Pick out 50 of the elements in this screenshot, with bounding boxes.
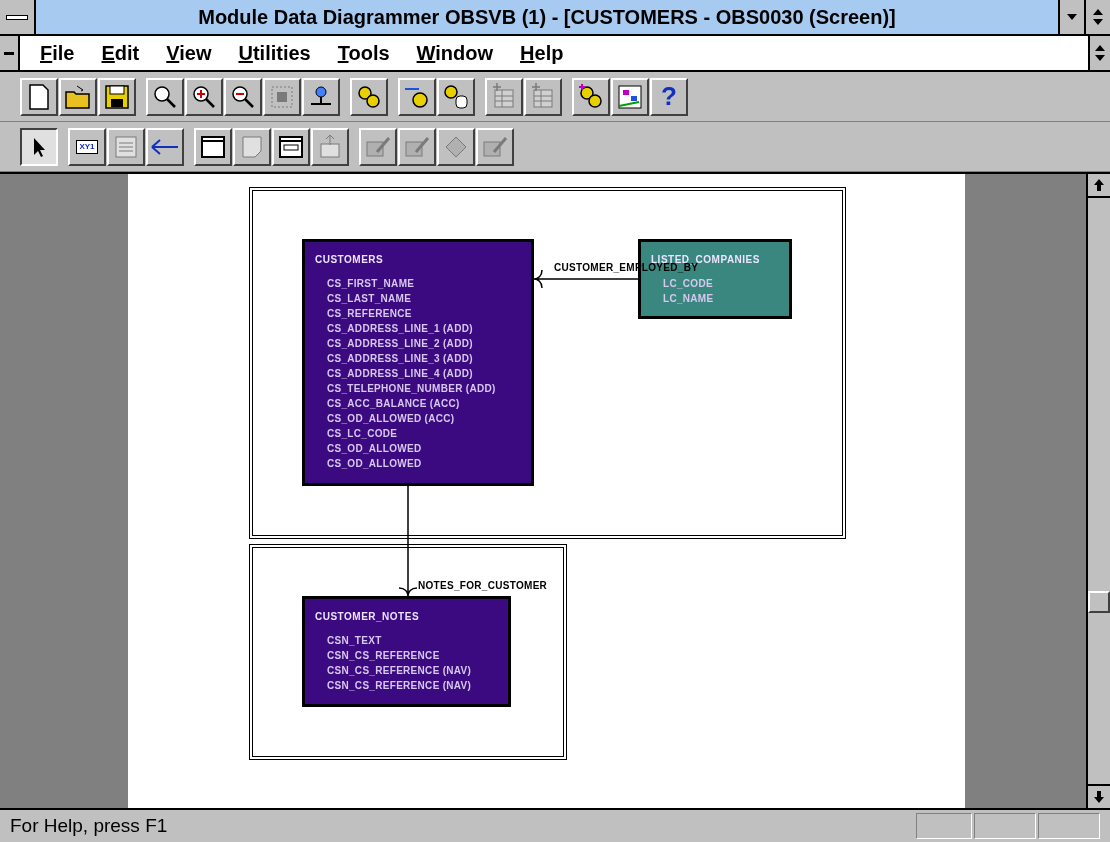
entity-name: CUSTOMERS <box>315 253 385 267</box>
system-menu-icon[interactable] <box>0 0 36 34</box>
entity-attribute: CSN_CS_REFERENCE (NAV) <box>326 679 473 693</box>
maximize-button[interactable] <box>1084 0 1110 34</box>
entity-attribute: CS_LC_CODE <box>326 427 399 441</box>
window-title: Module Data Diagrammer OBSVB (1) - [CUSTOMERS - OBS0030 (Screen)] <box>197 5 897 30</box>
menu-item[interactable]: Edit <box>101 38 140 68</box>
entity-attribute: CSN_CS_REFERENCE <box>326 649 441 663</box>
menu-item[interactable]: Window <box>416 38 494 68</box>
entity-attribute: CSN_TEXT <box>326 634 383 648</box>
up-down-arrow-icon <box>1095 45 1105 61</box>
menu-item[interactable]: Utilities <box>238 38 311 68</box>
up-down-arrow-icon <box>1093 9 1103 25</box>
entity-attribute: CSN_CS_REFERENCE (NAV) <box>326 664 473 678</box>
menu-item[interactable]: View <box>166 38 212 68</box>
menu-item[interactable]: File <box>40 38 75 68</box>
relationship-label: NOTES_FOR_CUSTOMER <box>418 579 548 593</box>
entity-attribute: CS_TELEPHONE_NUMBER (ADD) <box>326 382 497 396</box>
entity-attribute: CS_FIRST_NAME <box>326 277 416 291</box>
down-arrow-icon <box>1094 791 1104 803</box>
toolbar-button[interactable] <box>20 127 58 166</box>
status-text: For Help, press F1 <box>10 813 169 838</box>
entity-attribute: CS_LAST_NAME <box>326 292 413 306</box>
restore-button[interactable] <box>1088 36 1110 70</box>
menu-item[interactable]: Tools <box>337 38 390 68</box>
down-arrow-icon <box>1067 14 1077 20</box>
status-panel <box>916 813 972 839</box>
toolbar-button[interactable]: XY1 <box>68 127 106 166</box>
vertical-scrollbar[interactable] <box>1086 174 1110 808</box>
entity-attribute: CS_OD_ALLOWED <box>326 442 423 456</box>
entity-attribute: LC_CODE <box>662 277 714 291</box>
status-panel <box>974 813 1036 839</box>
entity-attribute: CS_ADDRESS_LINE_3 (ADD) <box>326 352 474 366</box>
up-arrow-icon <box>1094 179 1104 191</box>
scroll-thumb[interactable] <box>1088 591 1110 613</box>
entity-attribute: LC_NAME <box>662 292 715 306</box>
document-menu-icon[interactable] <box>0 36 20 70</box>
menu-item[interactable]: Help <box>520 38 564 68</box>
status-panel <box>1038 813 1100 839</box>
entity-attribute: CS_ACC_BALANCE (ACC) <box>326 397 461 411</box>
entity-attribute: CS_OD_ALLOWED <box>326 457 423 471</box>
toolbar-button[interactable]: ? <box>650 77 688 116</box>
entity-attribute: CS_ADDRESS_LINE_2 (ADD) <box>326 337 474 351</box>
entity-attribute: CS_ADDRESS_LINE_1 (ADD) <box>326 322 474 336</box>
entity-attribute: CS_REFERENCE <box>326 307 413 321</box>
minimize-button[interactable] <box>1058 0 1084 34</box>
entity-name: LISTED_COMPANIES <box>651 253 761 265</box>
entity-attribute: CS_OD_ALLOWED (ACC) <box>326 412 456 426</box>
entity-attribute: CS_ADDRESS_LINE_4 (ADD) <box>326 367 474 381</box>
entity-name: CUSTOMER_NOTES <box>315 610 421 624</box>
